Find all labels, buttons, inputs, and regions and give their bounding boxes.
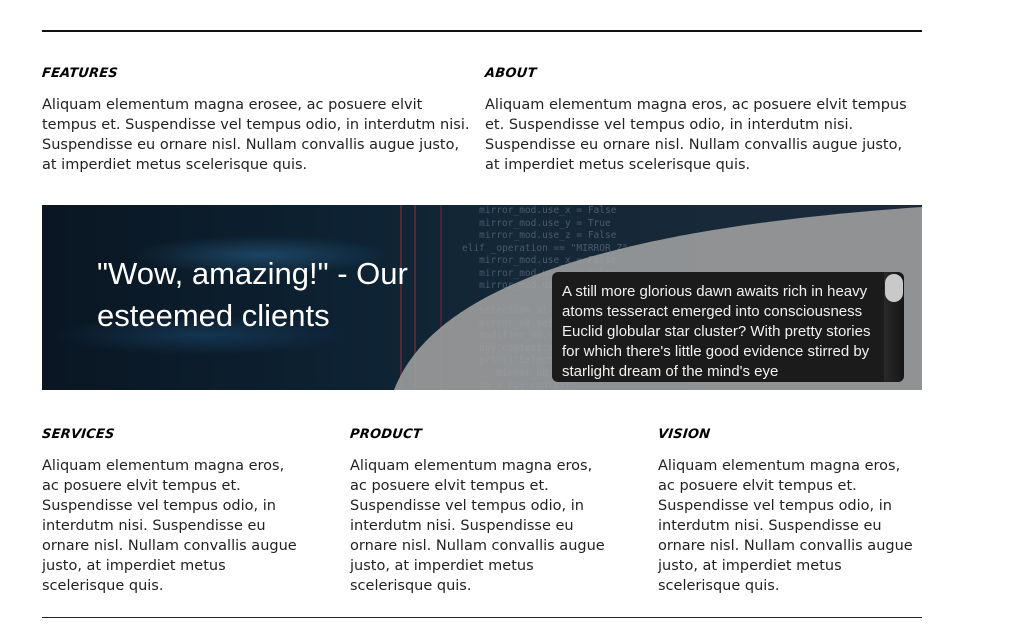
- services-heading: Services: [41, 427, 116, 442]
- about-section: About Aliquam elementum magna eros, ac p…: [484, 66, 915, 175]
- testimonial-text: A still more glorious dawn awaits rich i…: [562, 283, 871, 380]
- services-section: Services Aliquam elementum magna eros, a…: [41, 427, 300, 596]
- bottom-divider: [42, 617, 922, 618]
- vision-section: Vision Aliquam elementum magna eros, ac …: [657, 427, 916, 596]
- features-heading: Features: [41, 66, 119, 81]
- about-heading: About: [484, 66, 538, 81]
- banner-quote: "Wow, amazing!" - Our esteemed clients: [97, 256, 408, 333]
- product-text: Aliquam elementum magna eros, ac posuere…: [350, 458, 605, 594]
- features-section: Features Aliquam elementum magna erosee,…: [41, 66, 472, 175]
- testimonial-box[interactable]: A still more glorious dawn awaits rich i…: [552, 272, 904, 382]
- top-divider: [42, 30, 922, 32]
- scrollbar-thumb[interactable]: [885, 274, 903, 302]
- testimonial-banner: mirror_mod.use_x = False mirror_mod.use_…: [42, 205, 922, 390]
- vision-heading: Vision: [657, 427, 712, 442]
- features-text: Aliquam elementum magna erosee, ac posue…: [42, 97, 470, 173]
- testimonial-scrollbar[interactable]: [884, 272, 904, 382]
- product-heading: Product: [349, 427, 423, 442]
- vision-text: Aliquam elementum magna eros, ac posuere…: [658, 458, 913, 594]
- product-section: Product Aliquam elementum magna eros, ac…: [349, 427, 608, 596]
- services-text: Aliquam elementum magna eros, ac posuere…: [42, 458, 297, 594]
- about-text: Aliquam elementum magna eros, ac posuere…: [485, 97, 907, 173]
